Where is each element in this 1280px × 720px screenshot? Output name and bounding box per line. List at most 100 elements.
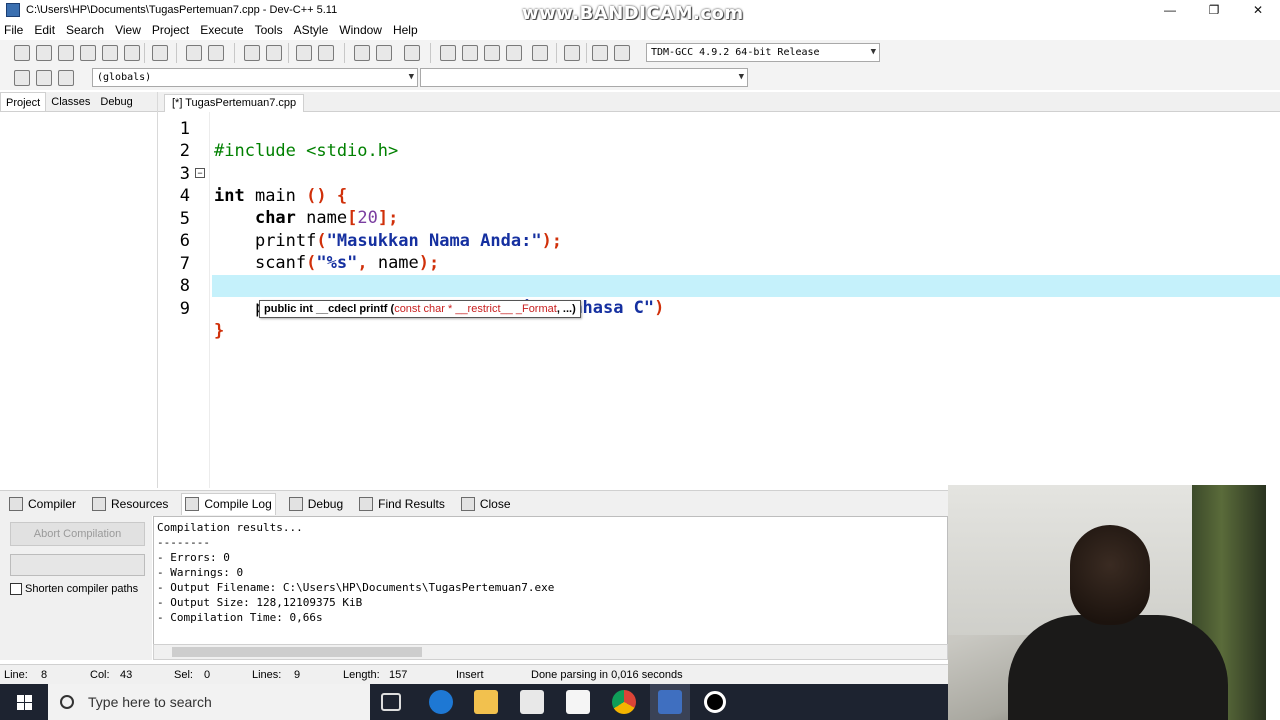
new-file-icon[interactable]	[14, 45, 30, 61]
windows-taskbar: Type here to search	[0, 684, 948, 720]
project-browser: Project Classes Debug	[0, 92, 158, 488]
code-line-4: char name[20];	[254, 208, 399, 228]
stop-execution-icon[interactable]	[564, 45, 580, 61]
edge-icon[interactable]	[429, 690, 453, 714]
menu-window[interactable]: Window	[339, 23, 382, 37]
toolbar-separator	[430, 43, 431, 63]
menu-tools[interactable]: Tools	[255, 23, 283, 37]
status-lines-value: 9	[294, 669, 301, 681]
close-all-icon[interactable]	[124, 45, 140, 61]
record-icon[interactable]	[704, 691, 726, 713]
menu-file[interactable]: File	[4, 23, 23, 37]
bookmark-icon[interactable]	[318, 45, 334, 61]
horizontal-scrollbar[interactable]	[153, 644, 948, 660]
compile-icon[interactable]	[440, 45, 456, 61]
tab-debug[interactable]: Debug	[95, 92, 137, 111]
delete-profile-icon[interactable]	[614, 45, 630, 61]
tab-compiler[interactable]: Compiler	[6, 493, 79, 515]
tab-compile-log[interactable]: Compile Log	[181, 492, 276, 515]
devcpp-taskbar-icon[interactable]	[658, 690, 682, 714]
redo-icon[interactable]	[208, 45, 224, 61]
member-select[interactable]: ▼	[420, 68, 748, 87]
open-file-icon[interactable]	[36, 45, 52, 61]
scope-select-value: (globals)	[97, 72, 152, 83]
tab-debug[interactable]: Debug	[286, 493, 346, 515]
tab-resources[interactable]: Resources	[89, 493, 171, 515]
chrome-icon[interactable]	[612, 690, 636, 714]
menu-edit[interactable]: Edit	[34, 23, 55, 37]
menu-project[interactable]: Project	[152, 23, 189, 37]
status-length-label: Length:	[343, 669, 380, 681]
status-sel-value: 0	[204, 669, 211, 681]
webcam-person-head	[1070, 525, 1150, 625]
new-project-icon[interactable]	[354, 45, 370, 61]
scope-select[interactable]: (globals) ▼	[92, 68, 418, 87]
tab-close[interactable]: Close	[458, 493, 514, 515]
menu-astyle[interactable]: AStyle	[294, 23, 329, 37]
save-all-icon[interactable]	[80, 45, 96, 61]
toolbar-separator	[176, 43, 177, 63]
compiler-select[interactable]: TDM-GCC 4.9.2 64-bit Release ▼	[646, 43, 880, 62]
tab-classes[interactable]: Classes	[46, 92, 95, 111]
status-sel-label: Sel:	[174, 669, 193, 681]
close-icon	[460, 496, 475, 511]
project-options-icon[interactable]	[404, 45, 420, 61]
toolbar-separator	[288, 43, 289, 63]
status-line-value: 8	[41, 669, 48, 681]
shorten-paths-option[interactable]: Shorten compiler paths	[10, 583, 138, 595]
scrollbar-thumb[interactable]	[172, 647, 422, 657]
add-to-project-icon[interactable]	[376, 45, 392, 61]
goto-bookmark-icon[interactable]	[58, 70, 74, 86]
toggle-bookmark-icon[interactable]	[36, 70, 52, 86]
save-icon[interactable]	[58, 45, 74, 61]
code-line-8: printf("Halo, selamat belajar bahasa C")	[255, 298, 665, 318]
taskbar-search[interactable]: Type here to search	[48, 684, 370, 720]
syntax-check-icon[interactable]	[532, 45, 548, 61]
run-icon[interactable]	[462, 45, 478, 61]
bottom-panel-tabs: Compiler Resources Compile Log Debug Fin…	[0, 490, 948, 516]
print-icon[interactable]	[152, 45, 168, 61]
mail-icon[interactable]	[566, 690, 590, 714]
insert-icon[interactable]	[14, 70, 30, 86]
function-calltip: public int __cdecl printf (const char * …	[259, 300, 581, 318]
resources-icon	[92, 496, 107, 511]
restore-button[interactable]: ❐	[1192, 0, 1236, 20]
compile-run-icon[interactable]	[484, 45, 500, 61]
compile-log-output[interactable]: Compilation results... -------- - Errors…	[153, 516, 948, 660]
store-icon[interactable]	[520, 690, 544, 714]
code-line-1: #include <stdio.h>	[214, 141, 399, 161]
menu-search[interactable]: Search	[66, 23, 104, 37]
close-window-button[interactable]: ✕	[1236, 0, 1280, 20]
chevron-down-icon: ▼	[408, 72, 414, 82]
tab-project[interactable]: Project	[0, 92, 47, 111]
rebuild-all-icon[interactable]	[506, 45, 522, 61]
goto-line-icon[interactable]	[296, 45, 312, 61]
minimize-button[interactable]: —	[1148, 0, 1192, 20]
status-mode: Insert	[456, 669, 484, 681]
search-icon	[60, 695, 74, 709]
menu-help[interactable]: Help	[393, 23, 418, 37]
menu-bar: File Edit Search View Project Execute To…	[0, 20, 1280, 40]
close-file-icon[interactable]	[102, 45, 118, 61]
find-icon[interactable]	[244, 45, 260, 61]
status-lines-label: Lines:	[252, 669, 282, 681]
menu-view[interactable]: View	[115, 23, 141, 37]
editor-tabs: [*] TugasPertemuan7.cpp	[158, 92, 1280, 112]
tab-tugaspertemuan7[interactable]: [*] TugasPertemuan7.cpp	[164, 94, 305, 112]
shorten-paths-checkbox[interactable]	[10, 583, 22, 595]
menu-execute[interactable]: Execute	[200, 23, 243, 37]
tab-find-results[interactable]: Find Results	[356, 493, 448, 515]
toolbar-separator	[556, 43, 557, 63]
abort-compilation-button[interactable]: Abort Compilation	[10, 522, 145, 546]
profile-chart-icon[interactable]	[592, 45, 608, 61]
toolbar-separator	[144, 43, 145, 63]
toolbar-separator	[586, 43, 587, 63]
task-view-icon[interactable]	[381, 693, 401, 711]
status-message: Done parsing in 0,016 seconds	[531, 669, 683, 681]
undo-icon[interactable]	[186, 45, 202, 61]
replace-icon[interactable]	[266, 45, 282, 61]
file-explorer-icon[interactable]	[474, 690, 498, 714]
class-toolbar: (globals) ▼ ▼	[0, 66, 1280, 90]
code-line-3: int main () {	[214, 186, 348, 206]
start-button[interactable]	[0, 684, 48, 720]
